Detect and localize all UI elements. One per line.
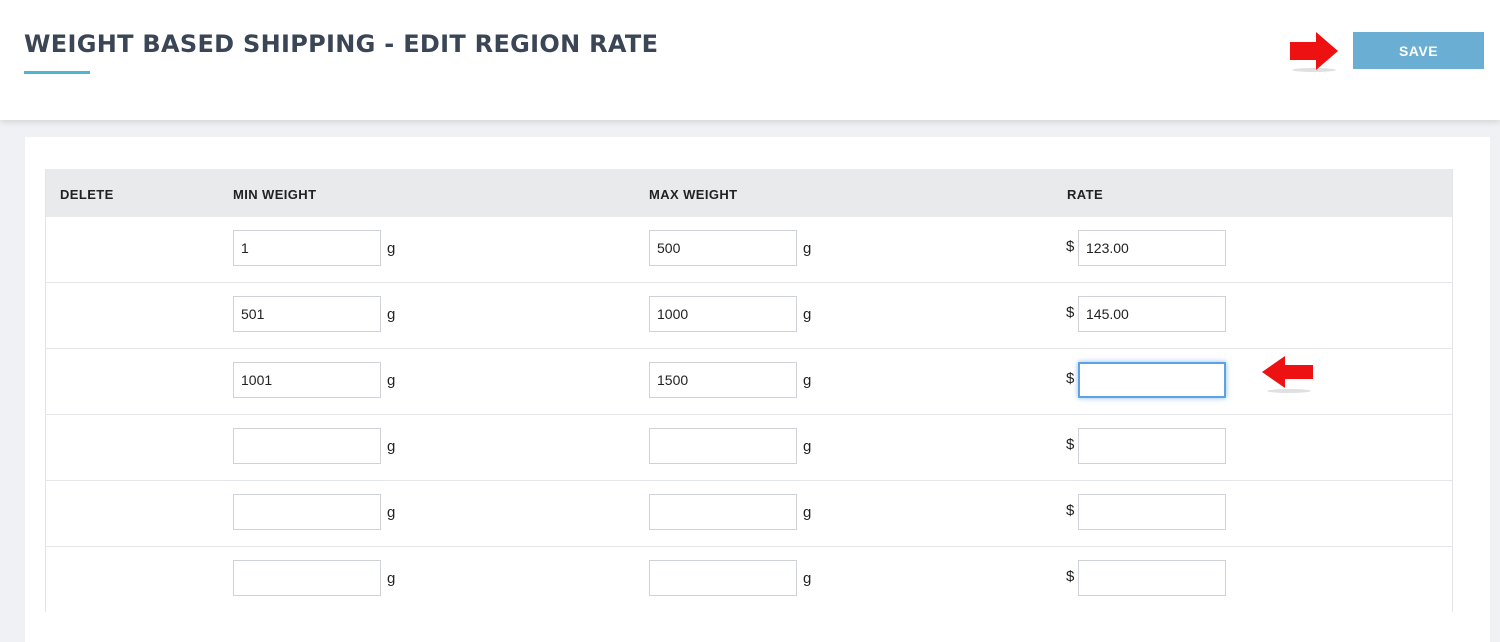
weight-unit: g — [387, 504, 396, 521]
min-weight-input[interactable] — [233, 428, 381, 464]
column-header-min-weight: MIN WEIGHT — [233, 187, 317, 202]
title-underline — [24, 71, 90, 74]
weight-unit: g — [387, 372, 396, 389]
column-header-max-weight: MAX WEIGHT — [649, 187, 738, 202]
weight-unit: g — [803, 372, 812, 389]
min-weight-input[interactable] — [233, 494, 381, 530]
max-weight-input[interactable] — [649, 560, 797, 596]
weight-unit: g — [803, 570, 812, 587]
save-button[interactable]: SAVE — [1353, 32, 1484, 69]
rate-input-focused[interactable] — [1078, 362, 1226, 398]
red-arrow-right-icon — [1290, 32, 1338, 72]
currency-symbol: $ — [1066, 436, 1075, 453]
max-weight-input[interactable] — [649, 494, 797, 530]
rate-input[interactable] — [1078, 560, 1226, 596]
table-row: g g $ — [46, 282, 1452, 348]
max-weight-input[interactable] — [649, 296, 797, 332]
rate-input[interactable] — [1078, 494, 1226, 530]
rate-input[interactable] — [1078, 230, 1226, 266]
weight-unit: g — [387, 570, 396, 587]
currency-symbol: $ — [1066, 568, 1075, 585]
min-weight-input[interactable] — [233, 362, 381, 398]
table-row: g g $ — [46, 217, 1452, 282]
page-header: WEIGHT BASED SHIPPING - EDIT REGION RATE… — [0, 0, 1500, 120]
max-weight-input[interactable] — [649, 230, 797, 266]
min-weight-input[interactable] — [233, 560, 381, 596]
max-weight-input[interactable] — [649, 428, 797, 464]
min-weight-input[interactable] — [233, 296, 381, 332]
weight-unit: g — [387, 438, 396, 455]
weight-unit: g — [387, 306, 396, 323]
rate-input[interactable] — [1078, 428, 1226, 464]
rates-table: DELETE MIN WEIGHT MAX WEIGHT RATE g g $ … — [45, 169, 1453, 612]
table-row: g g $ — [46, 414, 1452, 480]
table-row: g g $ — [46, 546, 1452, 612]
table-body: g g $ g g $ g g $ — [46, 217, 1452, 612]
weight-unit: g — [387, 240, 396, 257]
max-weight-input[interactable] — [649, 362, 797, 398]
rate-input[interactable] — [1078, 296, 1226, 332]
page-title: WEIGHT BASED SHIPPING - EDIT REGION RATE — [24, 30, 659, 58]
currency-symbol: $ — [1066, 370, 1075, 387]
column-header-rate: RATE — [1067, 187, 1104, 202]
currency-symbol: $ — [1066, 502, 1075, 519]
currency-symbol: $ — [1066, 238, 1075, 255]
weight-unit: g — [803, 504, 812, 521]
column-header-delete: DELETE — [60, 187, 114, 202]
min-weight-input[interactable] — [233, 230, 381, 266]
rates-card: DELETE MIN WEIGHT MAX WEIGHT RATE g g $ … — [25, 137, 1490, 642]
table-header: DELETE MIN WEIGHT MAX WEIGHT RATE — [46, 169, 1452, 217]
currency-symbol: $ — [1066, 304, 1075, 321]
weight-unit: g — [803, 240, 812, 257]
red-arrow-left-icon — [1262, 356, 1313, 393]
table-row: g g $ — [46, 348, 1452, 414]
weight-unit: g — [803, 438, 812, 455]
weight-unit: g — [803, 306, 812, 323]
table-row: g g $ — [46, 480, 1452, 546]
